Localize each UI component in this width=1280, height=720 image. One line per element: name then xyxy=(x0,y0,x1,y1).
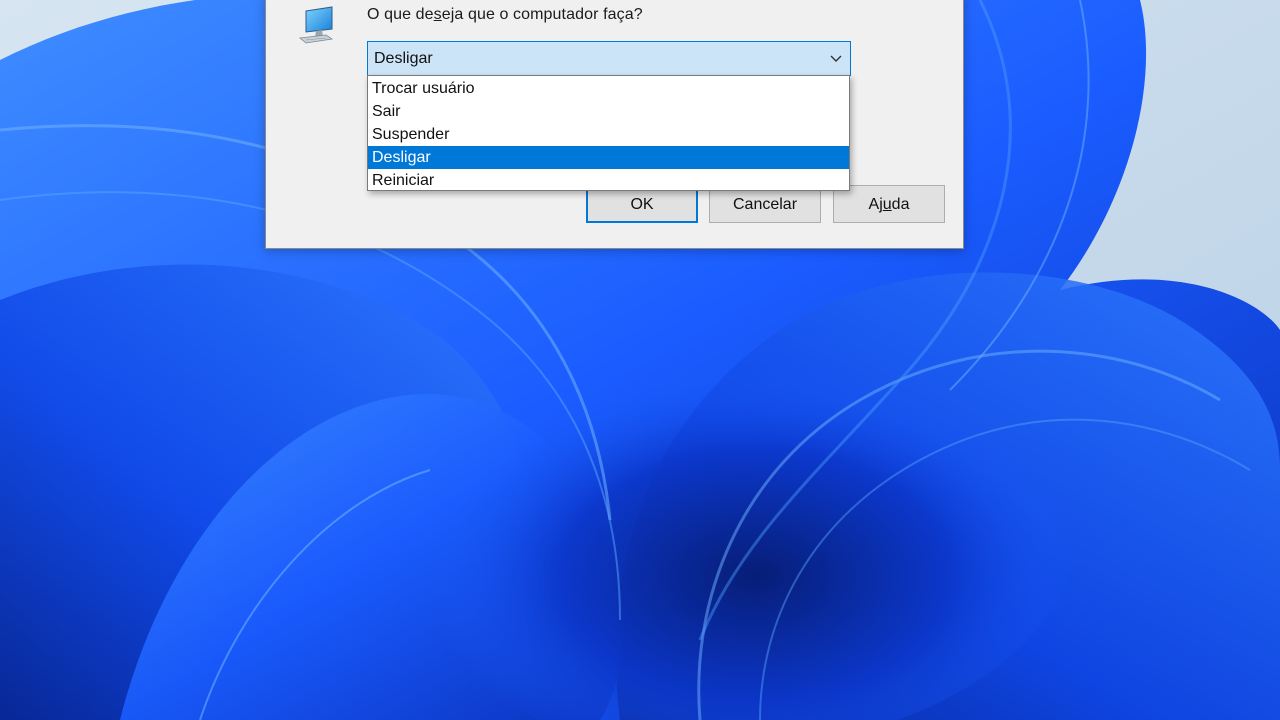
dialog-prompt: O que deseja que o computador faça? xyxy=(367,6,643,24)
combobox-selected-value: Desligar xyxy=(374,50,433,67)
prompt-access-key: s xyxy=(433,6,442,23)
chevron-down-icon[interactable] xyxy=(828,50,844,66)
dropdown-option-shut-down[interactable]: Desligar xyxy=(368,146,849,169)
action-dropdown-list: Trocar usuário Sair Suspender Desligar R… xyxy=(367,75,850,191)
dropdown-option-restart[interactable]: Reiniciar xyxy=(368,169,849,192)
help-label-end: da xyxy=(891,196,910,213)
computer-icon xyxy=(299,6,334,44)
dropdown-option-sign-out[interactable]: Sair xyxy=(368,100,849,123)
help-label-start: Aj xyxy=(868,196,883,213)
action-combobox[interactable]: Desligar xyxy=(367,41,851,76)
dropdown-option-sleep[interactable]: Suspender xyxy=(368,123,849,146)
prompt-text-start: O que de xyxy=(367,6,434,23)
dropdown-option-switch-user[interactable]: Trocar usuário xyxy=(368,77,849,100)
prompt-text-end: eja que o computador faça? xyxy=(441,6,643,23)
help-access-key: u xyxy=(882,196,892,213)
